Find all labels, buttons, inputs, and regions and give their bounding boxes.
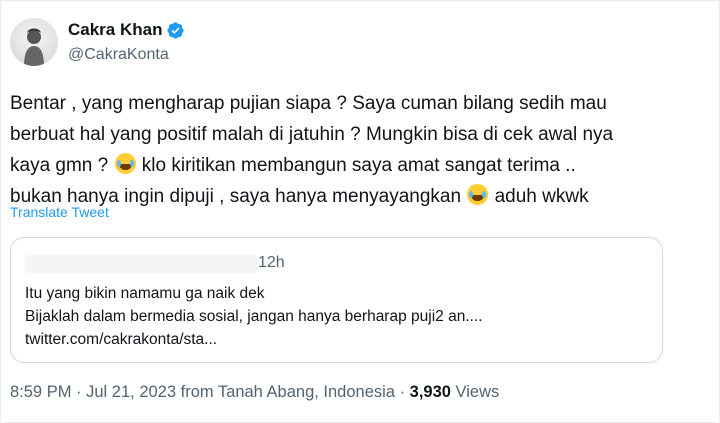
views-label: Views — [450, 383, 500, 401]
tweet-line-text: aduh wkwk — [489, 186, 589, 207]
avatar[interactable] — [10, 18, 58, 66]
tweet-location: from Tanah Abang, Indonesia — [176, 383, 395, 401]
verified-badge-icon — [166, 21, 185, 40]
tweet-line-text: klo kiritikan membangun saya amat sangat… — [136, 155, 576, 176]
quoted-tweet-line-1: Itu yang bikin namamu ga naik dek — [25, 285, 265, 302]
tweet-line-3: kaya gmn ? klo kiritikan membangun saya … — [10, 150, 700, 181]
tweet-metadata: 8:59 PM · Jul 21, 2023 from Tanah Abang,… — [10, 383, 499, 402]
author-handle[interactable]: @CakraKonta — [68, 46, 169, 64]
face-with-tears-of-joy-icon — [114, 153, 136, 174]
tweet-line-text: kaya gmn ? — [10, 155, 114, 176]
tweet-line-text: Bentar , yang mengharap pujian siapa ? S… — [10, 93, 607, 114]
meta-separator: · — [394, 383, 410, 401]
tweet-line-1: Bentar , yang mengharap pujian siapa ? S… — [10, 88, 700, 119]
translate-tweet-link[interactable]: Translate Tweet — [10, 204, 109, 220]
tweet-line-4: bukan hanya ingin dipuji , saya hanya me… — [10, 181, 700, 212]
tweet-line-2: berbuat hal yang positif malah di jatuhi… — [10, 119, 700, 150]
quoted-tweet-line-2: Bijaklah dalam bermedia sosial, jangan h… — [25, 308, 483, 325]
face-with-tears-of-joy-icon — [467, 184, 489, 205]
avatar-photo-icon — [24, 28, 44, 66]
author-name-row: Cakra Khan — [68, 20, 185, 40]
tweet-line-text: berbuat hal yang positif malah di jatuhi… — [10, 124, 614, 145]
quoted-tweet[interactable]: 12h Itu yang bikin namamu ga naik dek Bi… — [10, 237, 663, 363]
author-display-name[interactable]: Cakra Khan — [68, 20, 162, 40]
meta-separator: · — [71, 383, 87, 401]
tweet-time[interactable]: 8:59 PM — [10, 383, 71, 401]
tweet-date[interactable]: Jul 21, 2023 — [86, 383, 176, 401]
quoted-author-redacted — [25, 255, 257, 273]
views-count[interactable]: 3,930 — [410, 383, 451, 401]
tweet-text: Bentar , yang mengharap pujian siapa ? S… — [10, 88, 700, 212]
quoted-tweet-link[interactable]: twitter.com/cakrakonta/sta... — [25, 331, 217, 349]
quoted-tweet-time[interactable]: 12h — [258, 254, 285, 272]
